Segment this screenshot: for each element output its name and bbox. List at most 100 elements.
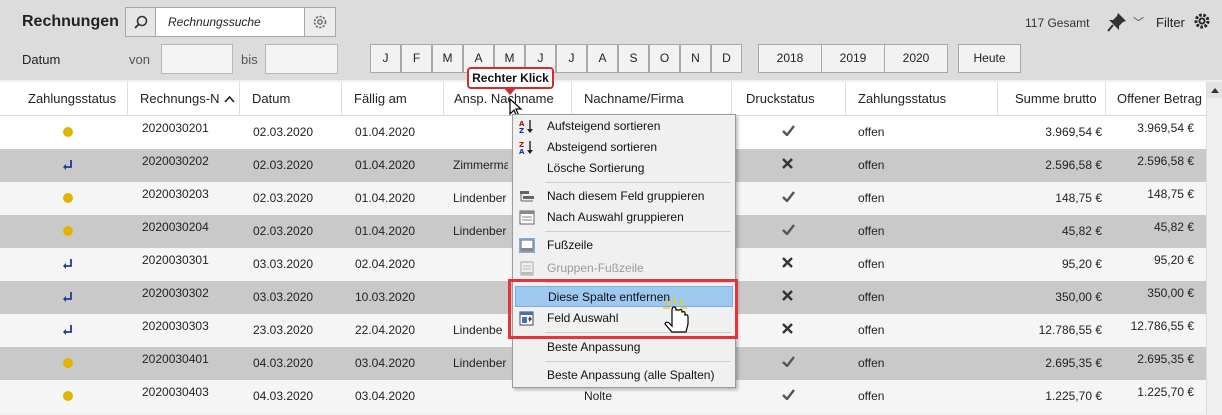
year-button-2018[interactable]: 2018 bbox=[758, 44, 822, 73]
highlight-frame bbox=[508, 279, 738, 339]
menu-item-label: Fußzeile bbox=[547, 238, 594, 252]
menu-item-sort-ascending[interactable]: AZ Aufsteigend sortieren bbox=[515, 116, 733, 137]
today-button[interactable]: Heute bbox=[958, 44, 1021, 73]
search-box: Rechnungssuche bbox=[125, 7, 336, 37]
return-arrow-icon bbox=[62, 159, 74, 171]
vertical-scrollbar[interactable] bbox=[1206, 82, 1222, 415]
cell-date: 02.03.2020 bbox=[253, 224, 314, 238]
menu-item-clear-sorting[interactable]: Lösche Sortierung bbox=[515, 158, 733, 179]
menu-item-label: Lösche Sortierung bbox=[547, 161, 645, 175]
search-settings-button[interactable] bbox=[305, 8, 335, 36]
month-button-jul[interactable]: J bbox=[556, 44, 587, 73]
cell-payment-status: offen bbox=[858, 257, 885, 271]
cell-gross-sum: 1.225,70 € bbox=[1045, 389, 1102, 403]
svg-text:Z: Z bbox=[519, 127, 524, 134]
column-header-label: Rechnungs-N bbox=[140, 91, 220, 106]
menu-separator bbox=[545, 231, 731, 232]
month-button-dec[interactable]: D bbox=[711, 44, 742, 73]
total-count: 117 Gesamt bbox=[1025, 16, 1090, 30]
menu-item-best-fit-all-columns[interactable]: Beste Anpassung (alle Spalten) bbox=[515, 365, 733, 386]
column-header-payment-status-icon[interactable]: Zahlungsstatus bbox=[0, 82, 128, 116]
month-button-aug[interactable]: A bbox=[587, 44, 618, 73]
cell-date: 03.03.2020 bbox=[253, 290, 314, 304]
status-dot-icon bbox=[62, 126, 74, 138]
month-button-nov[interactable]: N bbox=[680, 44, 711, 73]
menu-item-footer[interactable]: Fußzeile bbox=[515, 235, 733, 256]
cell-gross-sum: 95,20 € bbox=[1061, 257, 1102, 271]
month-button-jan[interactable]: J bbox=[370, 44, 401, 73]
date-to-input[interactable] bbox=[265, 44, 338, 74]
cell-gross-sum: 2.695,35 € bbox=[1045, 356, 1102, 370]
cell-contact: Lindenber bbox=[453, 356, 507, 370]
month-button-sep[interactable]: S bbox=[618, 44, 649, 73]
year-button-2020[interactable]: 2020 bbox=[884, 44, 948, 73]
cell-date: 02.03.2020 bbox=[253, 125, 314, 139]
column-header-open-amount[interactable]: Offener Betrag bbox=[1106, 82, 1206, 116]
pin-button[interactable] bbox=[1107, 12, 1127, 35]
return-arrow-icon bbox=[62, 324, 74, 336]
menu-item-label: Gruppen-Fußzeile bbox=[547, 261, 644, 275]
filter-button[interactable]: Filter bbox=[1156, 15, 1185, 30]
cell-contact bbox=[453, 380, 508, 413]
date-from-input[interactable] bbox=[161, 44, 233, 74]
cell-date: 02.03.2020 bbox=[253, 191, 314, 205]
cell-date: 03.03.2020 bbox=[253, 257, 314, 271]
pin-icon bbox=[1107, 13, 1126, 32]
cell-date: 02.03.2020 bbox=[253, 158, 314, 172]
menu-item-group-by-field[interactable]: Nach diesem Feld gruppieren bbox=[515, 186, 733, 207]
column-header-print-status[interactable]: Druckstatus bbox=[732, 82, 846, 116]
svg-text:A: A bbox=[519, 148, 525, 155]
cell-gross-sum: 12.786,55 € bbox=[1038, 323, 1102, 337]
check-icon bbox=[782, 389, 795, 415]
status-dot-icon bbox=[62, 192, 74, 204]
cell-gross-sum: 2.596,58 € bbox=[1045, 158, 1102, 172]
sort-ascending-icon: AZ bbox=[519, 119, 535, 135]
cell-gross-sum: 45,82 € bbox=[1061, 224, 1102, 238]
menu-item-group-by-selection[interactable]: Nach Auswahl gruppieren bbox=[515, 207, 733, 228]
return-arrow-icon bbox=[62, 258, 74, 270]
year-button-2019[interactable]: 2019 bbox=[821, 44, 885, 73]
cell-due-date: 10.03.2020 bbox=[355, 290, 416, 304]
filter-settings-button[interactable] bbox=[1193, 12, 1211, 33]
month-button-feb[interactable]: F bbox=[401, 44, 432, 73]
cell-due-date: 02.04.2020 bbox=[355, 257, 416, 271]
cell-contact bbox=[453, 281, 508, 314]
column-header-gross-sum[interactable]: Summe brutto bbox=[998, 82, 1106, 116]
cell-payment-status: offen bbox=[858, 389, 885, 403]
right-click-callout: Rechter Klick bbox=[467, 67, 554, 89]
cell-gross-sum: 350,00 € bbox=[1055, 290, 1102, 304]
gear-icon bbox=[1194, 13, 1210, 29]
footer-icon bbox=[518, 237, 536, 254]
group-footer-icon bbox=[519, 261, 535, 276]
group-by-selection-icon bbox=[519, 210, 535, 225]
cell-due-date: 01.04.2020 bbox=[355, 125, 416, 139]
menu-item-label: Absteigend sortieren bbox=[547, 140, 658, 154]
search-button[interactable] bbox=[126, 8, 156, 36]
cell-gross-sum: 3.969,54 € bbox=[1045, 125, 1102, 139]
month-button-oct[interactable]: O bbox=[649, 44, 680, 73]
cell-payment-status: offen bbox=[858, 290, 885, 304]
cell-payment-status: offen bbox=[858, 224, 885, 238]
cell-date: 04.03.2020 bbox=[253, 356, 314, 370]
month-button-mar[interactable]: M bbox=[432, 44, 463, 73]
column-header-lastname-company[interactable]: Nachname/Firma bbox=[572, 82, 732, 116]
sort-ascending-icon bbox=[223, 82, 235, 116]
cell-contact: Lindenber bbox=[453, 224, 507, 238]
chevron-down-icon[interactable]: ﹀ bbox=[1133, 14, 1144, 30]
menu-separator bbox=[545, 361, 731, 362]
search-input[interactable]: Rechnungssuche bbox=[156, 8, 305, 36]
menu-item-label: Nach diesem Feld gruppieren bbox=[547, 189, 705, 203]
scroll-up-button[interactable] bbox=[1207, 82, 1222, 98]
toolbar: Rechnungen Rechnungssuche 117 Gesamt ﹀ F… bbox=[0, 0, 1222, 80]
menu-separator bbox=[545, 182, 731, 183]
column-header-date[interactable]: Datum bbox=[240, 82, 342, 116]
column-header-invoice-number[interactable]: Rechnungs-N bbox=[128, 82, 240, 116]
menu-item-sort-descending[interactable]: ZA Absteigend sortieren bbox=[515, 137, 733, 158]
column-header-due-date[interactable]: Fällig am bbox=[342, 82, 444, 116]
menu-item-label: Nach Auswahl gruppieren bbox=[547, 210, 684, 224]
cell-contact: Lindenbe bbox=[453, 323, 503, 337]
return-arrow-icon bbox=[62, 291, 74, 303]
hand-cursor-icon bbox=[660, 296, 694, 337]
column-header-payment-status[interactable]: Zahlungsstatus bbox=[846, 82, 998, 116]
menu-item-best-fit[interactable]: Beste Anpassung bbox=[515, 337, 733, 358]
